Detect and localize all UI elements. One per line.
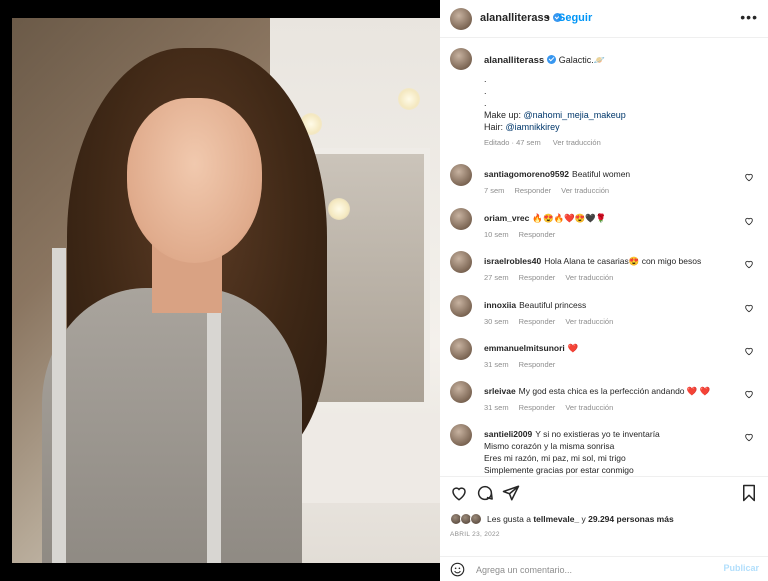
likes-summary[interactable]: Les gusta a tellmevale_ y 29.294 persona… — [450, 513, 674, 525]
comment-icon[interactable] — [476, 484, 494, 502]
emoji-icon[interactable] — [450, 562, 465, 577]
see-translation-link[interactable]: Ver traducción — [565, 273, 613, 282]
follow-button[interactable]: Seguir — [558, 12, 592, 24]
see-translation-link[interactable]: Ver traducción — [565, 403, 613, 412]
caption-edited: Editado · 47 sem — [484, 138, 541, 147]
comment-username[interactable]: santiagomoreno9592 — [484, 169, 569, 179]
comment-text: Y si no existieras yo te inventaría — [535, 429, 660, 439]
comment-text: ❤️ — [567, 343, 579, 353]
comment-time[interactable]: 27 sem — [484, 273, 509, 282]
makeup-label: Make up: — [484, 110, 524, 120]
see-translation-link[interactable]: Ver traducción — [553, 138, 601, 147]
add-comment-bar: Publicar — [440, 556, 768, 581]
username-text: alanalliterass — [480, 12, 550, 24]
post-media — [0, 0, 440, 581]
like-comment-heart-icon[interactable] — [744, 216, 754, 226]
separator-dot: • — [546, 12, 550, 24]
avatar[interactable] — [450, 251, 472, 273]
post-header: alanalliterass • Seguir ••• — [440, 0, 768, 38]
comment-text: Beatiful women — [572, 169, 631, 179]
likes-count[interactable]: 29.294 personas más — [588, 514, 674, 524]
comment-text-line: Eres mi razón, mi paz, mi sol, mi trigo — [484, 453, 626, 463]
comment-username[interactable]: oriam_vrec — [484, 213, 529, 223]
share-icon[interactable] — [502, 484, 520, 502]
post-sidebar: alanalliterass • Seguir ••• alanallitera… — [440, 0, 768, 581]
post-date[interactable]: ABRIL 23, 2022 — [450, 531, 500, 538]
reply-button[interactable]: Responder — [519, 230, 556, 239]
comments-panel[interactable]: alanalliterass Galactic.🪐 . . . Make up:… — [440, 38, 768, 476]
avatar[interactable] — [450, 338, 472, 360]
reply-button[interactable]: Responder — [519, 317, 556, 326]
makeup-mention-link[interactable]: @nahomi_mejia_makeup — [524, 110, 626, 120]
likes-prefix: Les gusta a — [487, 514, 534, 524]
photo-face — [127, 98, 262, 263]
comment-time[interactable]: 7 sem — [484, 186, 504, 195]
comment-text: Beautiful princess — [519, 300, 587, 310]
like-comment-heart-icon[interactable] — [744, 346, 754, 356]
avatar[interactable] — [450, 8, 472, 30]
caption-username[interactable]: alanalliterass — [484, 55, 544, 66]
reply-button[interactable]: Responder — [519, 360, 556, 369]
comment-username[interactable]: israelrobles40 — [484, 256, 541, 266]
caption-bullet: . — [484, 86, 487, 96]
caption-bullet: . — [484, 98, 487, 108]
comment-text: Hola Alana te casarias😍 con migo besos — [544, 256, 702, 266]
avatar[interactable] — [450, 295, 472, 317]
verified-badge-icon — [547, 55, 557, 64]
comment-text: 🔥😍🔥❤️😍🖤🌹 — [532, 213, 607, 223]
hair-label: Hair: — [484, 122, 506, 132]
caption-bullet: . — [484, 74, 487, 84]
reply-button[interactable]: Responder — [514, 186, 551, 195]
liker-avatars — [450, 513, 484, 525]
liker-username[interactable]: tellmevale_ — [533, 514, 579, 524]
avatar[interactable] — [450, 164, 472, 186]
see-translation-link[interactable]: Ver traducción — [565, 317, 613, 326]
comment-username[interactable]: innoxiia — [484, 300, 516, 310]
avatar[interactable] — [450, 381, 472, 403]
like-comment-heart-icon[interactable] — [744, 172, 754, 182]
like-comment-heart-icon[interactable] — [744, 303, 754, 313]
reply-button[interactable]: Responder — [519, 273, 556, 282]
comment-time[interactable]: 10 sem — [484, 230, 509, 239]
post-actions: Les gusta a tellmevale_ y 29.294 persona… — [440, 476, 768, 556]
reply-button[interactable]: Responder — [519, 403, 556, 412]
comment-text: My god esta chica es la perfección andan… — [518, 386, 711, 396]
comment-username[interactable]: emmanuelmitsunori — [484, 343, 565, 353]
like-comment-heart-icon[interactable] — [744, 432, 754, 442]
photo-top — [42, 288, 302, 563]
photo-bulb — [398, 88, 420, 110]
comment-username[interactable]: santieli2009 — [484, 429, 532, 439]
comment-text-line: Mismo corazón y la misma sonrisa — [484, 441, 615, 451]
post-comment-button[interactable]: Publicar — [723, 563, 759, 573]
bookmark-icon[interactable] — [740, 484, 758, 502]
comment-text-line: Simplemente gracias por estar conmigo — [484, 465, 634, 475]
more-options-icon[interactable]: ••• — [740, 9, 758, 25]
comment-time[interactable]: 31 sem — [484, 360, 509, 369]
post-photo[interactable] — [12, 18, 440, 563]
like-comment-heart-icon[interactable] — [744, 259, 754, 269]
photo-strap — [52, 248, 66, 563]
caption-text: Galactic.🪐 — [558, 55, 605, 65]
see-translation-link[interactable]: Ver traducción — [561, 186, 609, 195]
likes-middle: y — [579, 514, 589, 524]
avatar[interactable] — [450, 424, 472, 446]
photo-bulb — [328, 198, 350, 220]
comment-input[interactable] — [476, 562, 716, 577]
heart-icon[interactable] — [450, 484, 468, 502]
comment-time[interactable]: 31 sem — [484, 403, 509, 412]
comment-username[interactable]: srleivae — [484, 386, 516, 396]
hair-mention-link[interactable]: @iamnikkirey — [506, 122, 560, 132]
avatar[interactable] — [450, 208, 472, 230]
like-comment-heart-icon[interactable] — [744, 389, 754, 399]
avatar[interactable] — [450, 48, 472, 70]
comment-time[interactable]: 30 sem — [484, 317, 509, 326]
